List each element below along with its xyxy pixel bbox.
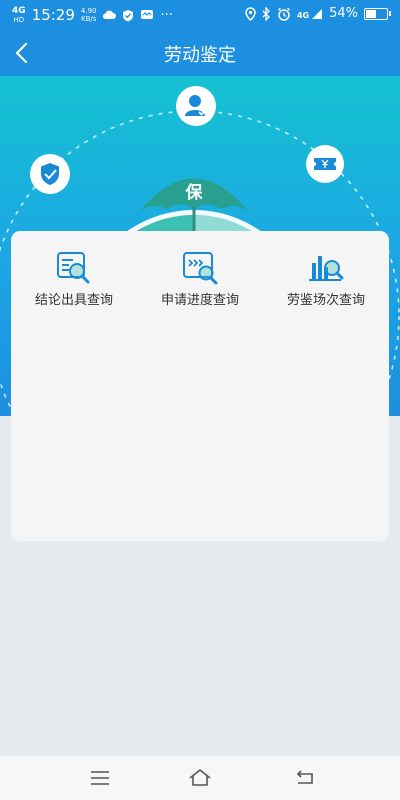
network-sub: HD <box>13 15 25 24</box>
nav-bar: 劳动鉴定 <box>0 30 400 76</box>
umbrella-label: 保 <box>185 183 203 203</box>
ticket-yen-icon <box>314 158 336 170</box>
network-type: 4G <box>12 5 26 16</box>
message-icon <box>141 10 154 19</box>
battery-percent: 54% <box>329 6 358 21</box>
document-search-icon <box>57 252 90 284</box>
cloud-icon <box>103 10 117 19</box>
orbit-badge-user <box>176 86 216 126</box>
service-label: 劳鉴场次查询 <box>286 293 365 308</box>
battery-fill <box>366 9 377 18</box>
service-conclusion-query[interactable]: 结论出具查询 <box>11 231 137 341</box>
battery-icon <box>364 7 391 20</box>
bluetooth-icon <box>262 6 270 21</box>
service-label: 结论出具查询 <box>34 293 113 308</box>
page-title: 劳动鉴定 <box>164 45 236 66</box>
home-icon[interactable] <box>188 766 212 790</box>
services-card: 结论出具查询 申请进度查询 劳鉴场次查询 <box>11 231 389 541</box>
speed-unit: KB/s <box>80 15 97 23</box>
back-icon[interactable] <box>293 766 317 790</box>
orbit-badge-shield <box>30 154 70 194</box>
progress-search-icon <box>183 252 218 285</box>
network-indicator: 4G HD <box>12 5 26 24</box>
shield-icon <box>41 163 59 185</box>
signal-label: 4G <box>296 10 310 20</box>
status-bar: 4G HD 15:29 4.90 KB/s ··· 4G 54% <box>0 0 400 30</box>
more-indicator: ··· <box>160 7 173 23</box>
system-nav-bar <box>0 756 400 800</box>
signal-indicator: 4G <box>297 8 323 20</box>
status-time: 15:29 <box>31 6 75 24</box>
service-label: 申请进度查询 <box>160 293 239 308</box>
signal-icon <box>312 8 323 19</box>
location-icon <box>245 6 256 21</box>
shield-check-icon <box>123 9 134 21</box>
alarm-icon <box>277 7 290 21</box>
service-session-query[interactable]: 劳鉴场次查询 <box>263 231 389 341</box>
user-check-icon <box>185 95 207 116</box>
network-speed: 4.90 KB/s <box>81 7 97 23</box>
chart-search-icon <box>309 256 344 281</box>
service-progress-query[interactable]: 申请进度查询 <box>137 231 263 341</box>
speed-value: 4.90 <box>80 7 97 15</box>
menu-icon[interactable] <box>88 766 112 790</box>
orbit-badge-ticket <box>306 145 344 183</box>
